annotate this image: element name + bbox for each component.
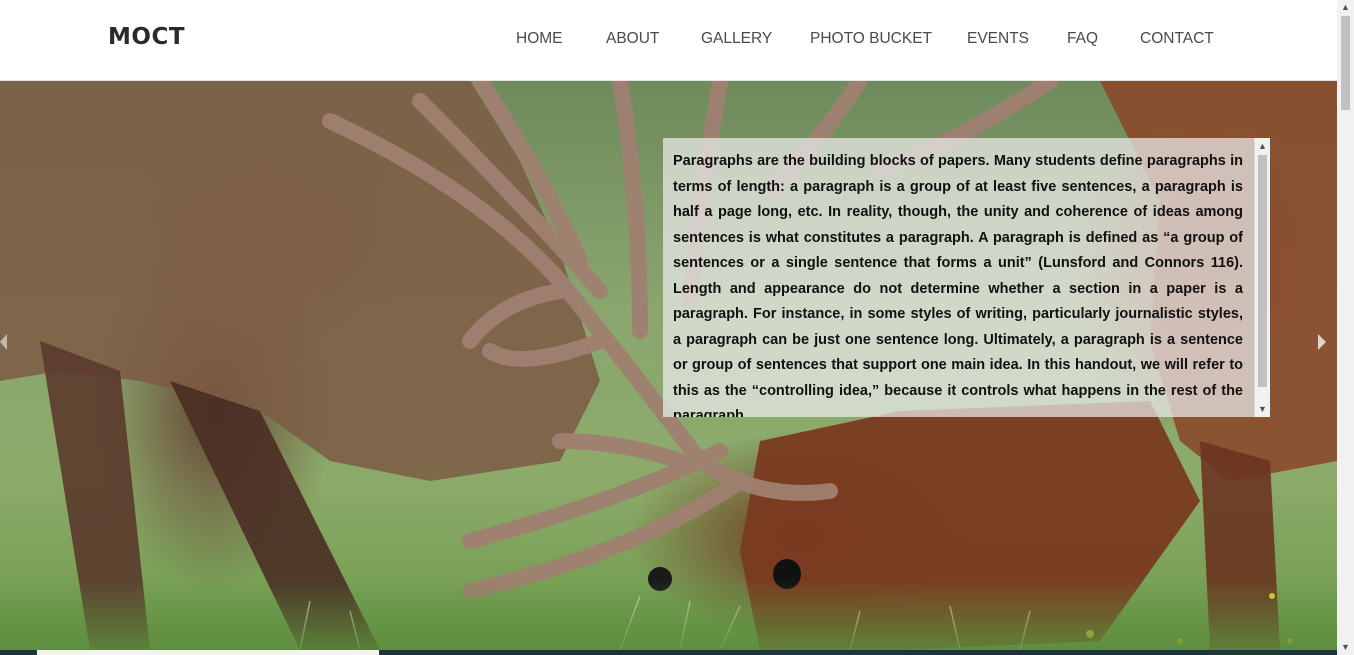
nav-item-home[interactable]: HOME (516, 30, 563, 48)
nav-item-gallery[interactable]: GALLERY (701, 30, 772, 48)
site-header: MOCT HOME ABOUT GALLERY PHOTO BUCKET EVE… (0, 0, 1337, 81)
bottom-strip (0, 650, 1337, 655)
nav-item-events[interactable]: EVENTS (967, 30, 1029, 48)
page-scrollbar[interactable]: ▲ ▼ (1337, 0, 1354, 655)
page-scroll-up-icon[interactable]: ▲ (1337, 0, 1354, 15)
scroll-down-arrow-icon[interactable]: ▼ (1255, 402, 1270, 416)
text-box-scrollbar[interactable]: ▲ ▼ (1254, 138, 1270, 417)
nav-item-faq[interactable]: FAQ (1067, 30, 1098, 48)
bottom-strip-segment (37, 650, 379, 655)
page-scrollbar-thumb[interactable] (1341, 16, 1350, 110)
nav-item-photo-bucket[interactable]: PHOTO BUCKET (810, 30, 932, 48)
paragraph-text: Paragraphs are the building blocks of pa… (673, 153, 1243, 417)
nav-item-contact[interactable]: CONTACT (1140, 30, 1214, 48)
scrollbar-thumb[interactable] (1258, 155, 1267, 387)
paragraph-text-box[interactable]: Paragraphs are the building blocks of pa… (663, 138, 1270, 417)
main-nav: HOME ABOUT GALLERY PHOTO BUCKET EVENTS F… (0, 30, 1337, 52)
grass-overlay (0, 580, 1337, 650)
nav-item-about[interactable]: ABOUT (606, 30, 659, 48)
page-scroll-down-icon[interactable]: ▼ (1337, 640, 1354, 655)
chevron-left-icon[interactable] (0, 334, 7, 350)
chevron-right-icon[interactable] (1318, 334, 1326, 350)
scroll-up-arrow-icon[interactable]: ▲ (1255, 139, 1270, 153)
